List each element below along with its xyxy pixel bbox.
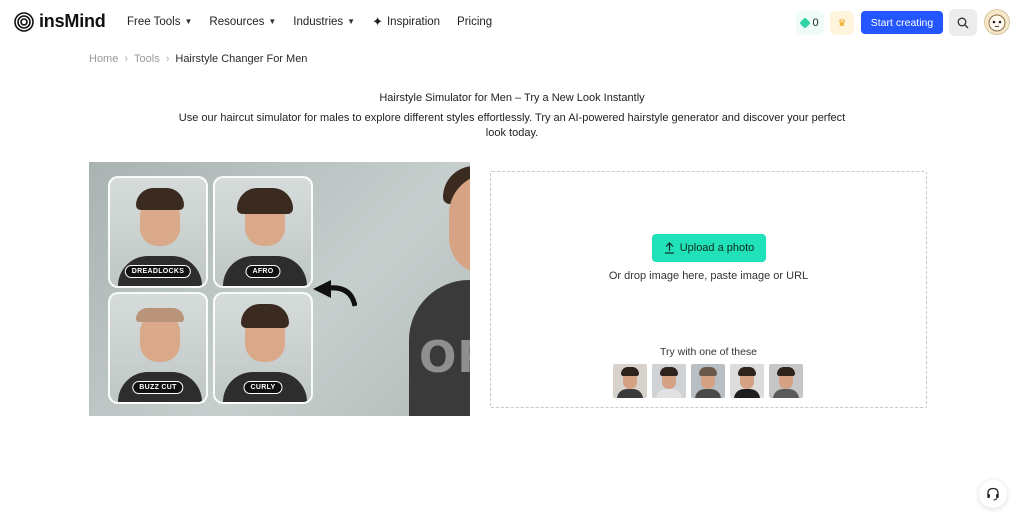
- breadcrumb-home[interactable]: Home: [89, 53, 118, 65]
- upload-photo-button[interactable]: Upload a photo: [652, 234, 766, 262]
- breadcrumb-tools[interactable]: Tools: [134, 53, 160, 65]
- style-tile-buzz-cut: BUZZ CUT: [108, 292, 208, 404]
- logo-icon: [14, 11, 34, 32]
- style-tile-afro: AFRO: [213, 176, 313, 288]
- credits-count: 0: [812, 17, 819, 29]
- support-button[interactable]: [979, 480, 1007, 508]
- upload-button-label: Upload a photo: [679, 242, 755, 254]
- sample-images: [613, 364, 803, 398]
- breadcrumb: Home › Tools › Hairstyle Changer For Men: [89, 53, 307, 65]
- cat-avatar-icon: [988, 14, 1006, 32]
- nav-resources[interactable]: Resources ▼: [209, 16, 276, 28]
- chevron-down-icon: ▼: [268, 16, 277, 26]
- upload-icon: [664, 242, 674, 254]
- curved-arrow-icon: [313, 280, 357, 307]
- sample-image[interactable]: [730, 364, 764, 398]
- nav-pricing[interactable]: Pricing: [457, 16, 492, 28]
- breadcrumb-separator-icon: ›: [124, 53, 129, 65]
- chevron-down-icon: ▼: [347, 16, 356, 26]
- nav-label: Industries: [293, 16, 344, 28]
- nav-label: Resources: [209, 16, 265, 28]
- breadcrumb-current: Hairstyle Changer For Men: [175, 53, 308, 65]
- avatar[interactable]: [984, 9, 1010, 35]
- style-tag: CURLY: [243, 381, 283, 394]
- sample-prompt: Try with one of these: [659, 346, 758, 358]
- nav-free-tools[interactable]: Free Tools ▼: [127, 16, 192, 28]
- page-subtitle: Use our haircut simulator for males to e…: [178, 112, 846, 139]
- nav-label: Pricing: [457, 16, 493, 28]
- crown-icon: ♛: [837, 17, 847, 29]
- style-tag: DREADLOCKS: [124, 265, 192, 278]
- sample-image[interactable]: [691, 364, 725, 398]
- style-tile-dreadlocks: DREADLOCKS: [108, 176, 208, 288]
- upload-dropzone[interactable]: Upload a photo Or drop image here, paste…: [490, 171, 927, 408]
- style-tag: BUZZ CUT: [132, 381, 184, 394]
- nav-label: Free Tools: [127, 16, 181, 28]
- drop-hint: Or drop image here, paste image or URL: [608, 270, 809, 282]
- style-tile-curly: CURLY: [213, 292, 313, 404]
- nav-industries[interactable]: Industries ▼: [293, 16, 355, 28]
- brand-name: insMind: [39, 11, 106, 31]
- sample-image[interactable]: [652, 364, 686, 398]
- credits-badge[interactable]: 0: [796, 11, 824, 35]
- gem-icon: [799, 17, 812, 29]
- style-tag: AFRO: [245, 265, 281, 278]
- brand-logo[interactable]: insMind: [14, 11, 106, 32]
- headset-icon: [987, 487, 999, 501]
- premium-button[interactable]: ♛: [830, 11, 854, 35]
- page-title: Hairstyle Simulator for Men – Try a New …: [379, 92, 645, 104]
- nav-inspiration[interactable]: ✦ Inspiration: [372, 14, 440, 30]
- shirt-print: ORIG: [419, 332, 470, 383]
- nav-label: Inspiration: [386, 16, 441, 28]
- sample-image[interactable]: [613, 364, 647, 398]
- sample-image[interactable]: [769, 364, 803, 398]
- sparkle-icon: ✦: [372, 14, 383, 29]
- hero-image: ORIG DREADLOCKS AFRO BUZZ CUT CURLY: [89, 162, 470, 416]
- chevron-down-icon: ▼: [184, 16, 193, 26]
- main-portrait: ORIG: [409, 162, 470, 416]
- breadcrumb-separator-icon: ›: [165, 53, 170, 65]
- main-nav: Free Tools ▼ Resources ▼ Industries ▼ ✦ …: [127, 14, 509, 30]
- top-header: insMind Free Tools ▼ Resources ▼ Industr…: [0, 0, 1024, 44]
- start-creating-button[interactable]: Start creating: [861, 11, 943, 34]
- search-button[interactable]: [949, 9, 977, 36]
- search-icon: [957, 17, 969, 28]
